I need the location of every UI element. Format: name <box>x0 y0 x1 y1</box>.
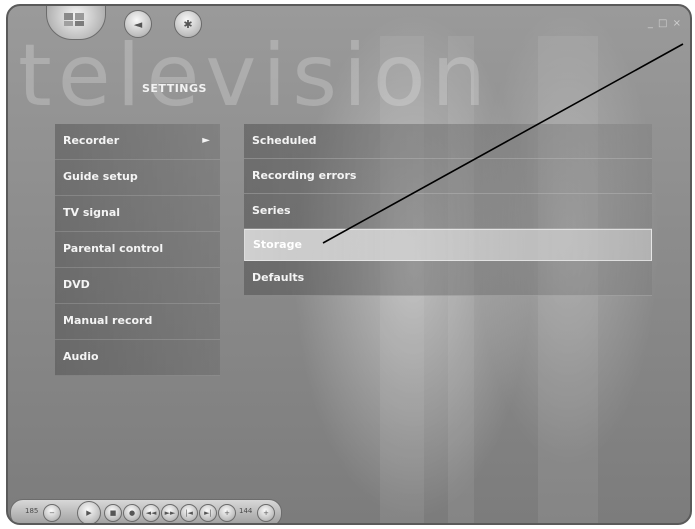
callout-annotation <box>322 43 684 244</box>
callout-line <box>322 43 684 244</box>
